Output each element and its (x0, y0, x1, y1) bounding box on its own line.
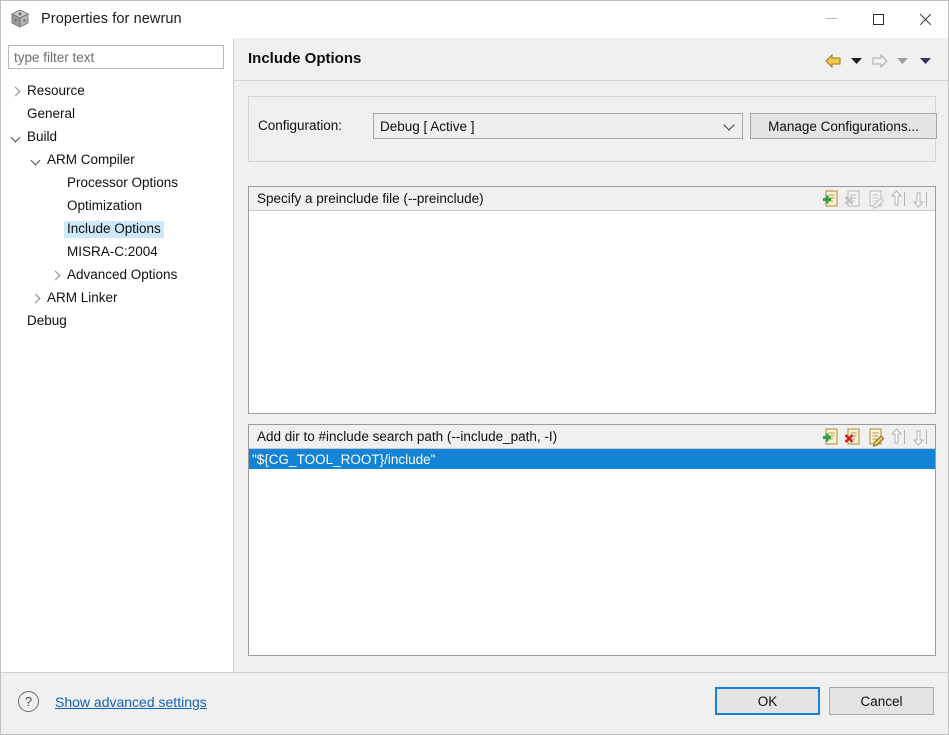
preinclude-panel: Specify a preinclude file (--preinclude) (248, 186, 936, 414)
title-bar: Properties for newrun (0, 0, 949, 38)
back-button[interactable] (822, 50, 845, 72)
move-down-icon (910, 189, 930, 209)
sidebar-item-optimization[interactable]: Optimization (0, 195, 232, 218)
forward-menu-button[interactable] (891, 50, 914, 72)
sidebar-item-debug[interactable]: Debug (0, 310, 232, 333)
chevron-right-icon[interactable] (8, 84, 24, 100)
sidebar-item-label: Processor Options (67, 175, 179, 191)
sidebar-item-label: ARM Linker (47, 290, 118, 306)
chevron-down-icon[interactable] (28, 153, 44, 169)
sidebar-item-label: Include Options (64, 221, 164, 238)
forward-arrow-icon (872, 54, 888, 68)
preinclude-panel-header: Specify a preinclude file (--preinclude) (249, 187, 935, 211)
configuration-select[interactable]: Debug [ Active ] (373, 113, 743, 139)
list-item[interactable]: "${CG_TOOL_ROOT}/include" (249, 449, 935, 469)
chevron-right-icon[interactable] (48, 268, 64, 284)
move-up-icon (888, 189, 908, 209)
cube-icon (9, 8, 31, 30)
window-title: Properties for newrun (41, 11, 182, 27)
sidebar-item-processor-options[interactable]: Processor Options (0, 172, 232, 195)
sidebar-item-label: Optimization (67, 198, 143, 214)
sidebar-item-label: Resource (27, 83, 85, 99)
back-arrow-icon (825, 54, 841, 68)
back-dropdown-icon (851, 58, 862, 64)
sidebar-item-general[interactable]: General (0, 103, 232, 126)
sidebar: Resource General Build ARM Compiler Processo… (0, 38, 232, 672)
add-icon[interactable] (822, 427, 842, 447)
sidebar-item-misra-c-2004[interactable]: MISRA-C:2004 (0, 241, 232, 264)
close-button[interactable] (902, 0, 949, 38)
back-menu-button[interactable] (845, 50, 868, 72)
edit-icon (866, 189, 886, 209)
window-controls (808, 0, 949, 38)
minimize-icon (826, 18, 837, 19)
sidebar-item-label: Debug (27, 313, 67, 329)
maximize-button[interactable] (855, 0, 902, 38)
help-icon[interactable]: ? (18, 691, 39, 712)
add-icon[interactable] (822, 189, 842, 209)
cancel-button[interactable]: Cancel (829, 687, 934, 715)
settings-tree[interactable]: Resource General Build ARM Compiler Processo… (0, 77, 232, 672)
page-navigation (822, 50, 937, 72)
sidebar-item-build[interactable]: Build (0, 126, 232, 149)
filter-input[interactable] (8, 45, 224, 69)
configuration-group: Configuration: Debug [ Active ] Manage C… (248, 96, 937, 162)
chevron-right-icon[interactable] (28, 291, 44, 307)
sidebar-item-resource[interactable]: Resource (0, 80, 232, 103)
sidebar-item-label: Advanced Options (67, 267, 178, 283)
delete-icon (844, 189, 864, 209)
sidebar-item-arm-linker[interactable]: ARM Linker (0, 287, 232, 310)
sidebar-item-label: ARM Compiler (47, 152, 135, 168)
include-path-panel: Add dir to #include search path (--inclu… (248, 424, 936, 656)
include-path-panel-header: Add dir to #include search path (--inclu… (249, 425, 935, 449)
edit-icon[interactable] (866, 427, 886, 447)
move-up-icon (888, 427, 908, 447)
preinclude-toolbar (822, 189, 930, 209)
chevron-down-icon (723, 119, 735, 131)
view-menu-button[interactable] (914, 50, 937, 72)
preinclude-list[interactable] (249, 211, 935, 412)
sidebar-item-label: MISRA-C:2004 (67, 244, 158, 260)
preinclude-panel-title: Specify a preinclude file (--preinclude) (257, 191, 484, 206)
maximize-icon (873, 13, 884, 25)
sidebar-item-label: General (27, 106, 76, 122)
include-path-panel-title: Add dir to #include search path (--inclu… (257, 429, 558, 444)
ok-button[interactable]: OK (715, 687, 820, 715)
sidebar-item-advanced-options[interactable]: Advanced Options (0, 264, 232, 287)
show-advanced-settings-link[interactable]: Show advanced settings (55, 694, 207, 710)
sidebar-item-label: Build (27, 129, 58, 145)
sidebar-item-arm-compiler[interactable]: ARM Compiler (0, 149, 232, 172)
content-pane: Include Options Configuration: Debug [A… (233, 38, 949, 672)
delete-icon[interactable] (844, 427, 864, 447)
page-title: Include Options (248, 50, 362, 67)
chevron-down-icon[interactable] (8, 130, 24, 146)
close-icon (919, 13, 932, 26)
header-separator (234, 80, 949, 81)
forward-dropdown-icon (897, 58, 908, 64)
minimize-button[interactable] (808, 0, 855, 38)
sidebar-item-include-options[interactable]: Include Options (0, 218, 232, 241)
forward-button[interactable] (868, 50, 891, 72)
configuration-value: Debug [ Active ] (380, 118, 475, 134)
configuration-label: Configuration: (258, 118, 343, 133)
view-menu-icon (920, 58, 931, 64)
include-path-list[interactable]: "${CG_TOOL_ROOT}/include" (249, 449, 935, 654)
move-down-icon (910, 427, 930, 447)
manage-configurations-button[interactable]: Manage Configurations... (750, 113, 937, 139)
include-path-toolbar (822, 427, 930, 447)
